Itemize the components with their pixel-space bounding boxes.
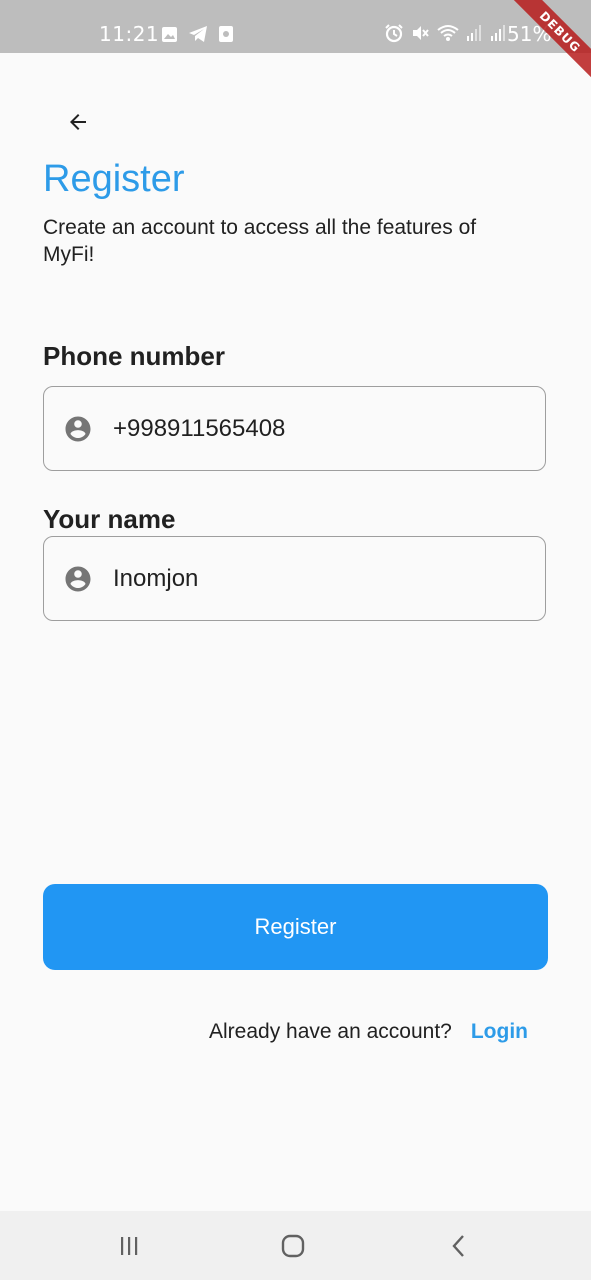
signal-icon [467, 25, 481, 41]
status-notification-icons [161, 25, 234, 43]
account-circle-icon [65, 566, 91, 591]
account-circle-icon [65, 416, 91, 441]
login-link[interactable]: Login [471, 1018, 528, 1046]
your-name-label: Your name [43, 504, 176, 534]
your-name-field[interactable] [43, 536, 546, 621]
image-icon [162, 26, 177, 42]
status-time: 11:21 [99, 22, 160, 46]
login-prompt-text: Already have an account? [209, 1020, 452, 1043]
signal-icon [491, 25, 505, 41]
back-button[interactable] [56, 100, 100, 144]
page-title: Register [43, 158, 185, 200]
wifi-icon [437, 25, 459, 41]
mute-icon [413, 26, 429, 40]
status-bar: 11:21 51% [0, 0, 591, 53]
telegram-icon [189, 26, 207, 42]
app-notification-icon [219, 26, 233, 42]
recents-icon [121, 1237, 138, 1255]
your-name-input[interactable] [113, 564, 513, 593]
phone-number-input[interactable] [113, 414, 513, 443]
alarm-icon [385, 24, 403, 43]
back-icon [452, 1235, 464, 1257]
system-navigation-bar [0, 1211, 591, 1280]
nav-back-button[interactable] [444, 1231, 474, 1261]
home-button[interactable] [278, 1231, 308, 1261]
register-button[interactable]: Register [43, 884, 548, 970]
phone-number-label: Phone number [43, 341, 226, 371]
home-icon [281, 1234, 305, 1258]
login-prompt-row: Already have an account? Login [209, 1018, 528, 1046]
phone-number-field[interactable] [43, 386, 546, 471]
recents-button[interactable] [114, 1231, 144, 1261]
status-system-icons [384, 23, 508, 43]
page-subtitle: Create an account to access all the feat… [43, 216, 477, 266]
arrow-left-icon [70, 114, 86, 130]
